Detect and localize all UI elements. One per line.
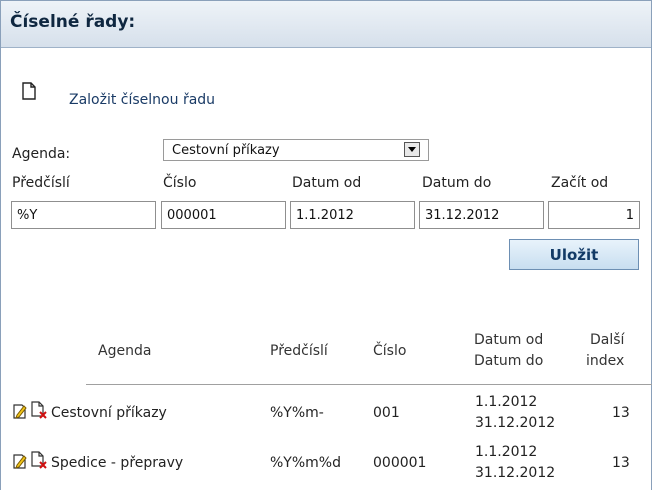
col-header-next-1: Další [590,332,625,348]
cell-date-to: 31.12.2012 [475,415,556,431]
header-divider [86,384,652,385]
cell-next-index: 13 [612,455,630,471]
delete-document-icon[interactable] [31,451,47,469]
delete-document-icon[interactable] [31,401,47,419]
col-header-number: Číslo [373,343,407,359]
prefix-label: Předčíslí [12,175,70,191]
cell-prefix: %Y%m- [270,405,324,421]
agenda-select[interactable]: Cestovní příkazy [163,139,429,161]
cell-date-to: 31.12.2012 [475,465,556,481]
start-from-input[interactable] [548,201,640,229]
cell-next-index: 13 [612,405,630,421]
col-header-prefix: Předčíslí [270,343,328,359]
cell-prefix: %Y%m%d [270,455,341,471]
document-icon[interactable] [22,82,36,100]
chevron-down-icon[interactable] [404,142,420,157]
col-header-agenda: Agenda [98,343,152,359]
agenda-select-value: Cestovní příkazy [172,143,280,158]
save-button[interactable]: Uložit [509,239,639,270]
date-from-input[interactable] [290,201,415,229]
edit-icon[interactable] [12,402,28,420]
cell-date-from: 1.1.2012 [475,444,538,460]
cell-agenda: Cestovní příkazy [51,405,167,421]
date-to-label: Datum do [422,175,492,191]
number-label: Číslo [163,175,197,191]
col-header-date-to: Datum do [474,353,544,369]
panel-title: Číselné řady: [10,12,136,32]
create-series-link[interactable]: Založit číselnou řadu [69,92,215,108]
start-from-label: Začít od [551,175,609,191]
prefix-input[interactable] [11,201,156,229]
date-from-label: Datum od [292,175,362,191]
agenda-label: Agenda: [12,146,71,162]
cell-date-from: 1.1.2012 [475,394,538,410]
col-header-date-from: Datum od [474,332,544,348]
cell-number: 001 [373,405,400,421]
col-header-next-2: index [586,353,625,369]
date-to-input[interactable] [419,201,544,229]
edit-icon[interactable] [12,452,28,470]
panel-header: Číselné řady: [1,1,651,48]
number-input[interactable] [161,201,286,229]
cell-agenda: Spedice - přepravy [51,455,184,471]
cell-number: 000001 [373,455,427,471]
